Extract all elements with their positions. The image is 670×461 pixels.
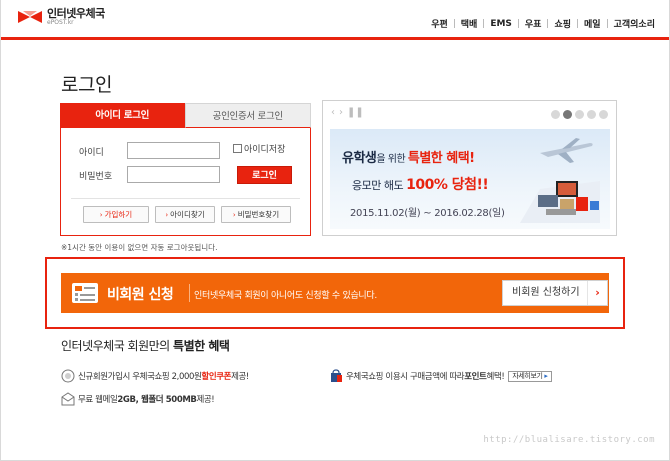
auto-logout-notice: ※1시간 동안 이용이 없으면 자동 로그아웃됩니다.	[61, 243, 218, 252]
benefits-title: 인터넷우체국 회원만의 특별한 혜택	[61, 337, 230, 354]
next-arrow-icon[interactable]: ›	[339, 107, 343, 118]
checkbox-icon[interactable]	[233, 144, 242, 153]
non-member-apply-label: 비회원 신청하기	[512, 287, 580, 298]
nav-ems[interactable]: EMS	[484, 19, 518, 29]
promo-banner: ‹ › ❚❚ 유학생을 위한 특별한 혜택! 응모만 해도 100% 당첨!! …	[322, 100, 617, 236]
benefit-point-a: 우체국쇼핑 이용시 구매금액에 따라	[346, 372, 465, 382]
logo-subtitle: ePOST.kr	[47, 19, 74, 26]
pager-dot[interactable]	[551, 110, 560, 119]
benefit-point-b: 포인트	[464, 372, 487, 382]
coupon-icon	[61, 369, 75, 383]
login-tabs: 아이디 로그인 공인인증서 로그인	[60, 103, 311, 128]
arrow-right-icon: ›	[99, 211, 103, 219]
benefits-title-b: 특별한 혜택	[173, 339, 230, 353]
benefit-point-c: 혜택!	[486, 372, 505, 382]
document-list-icon	[72, 283, 98, 303]
non-member-apply-button[interactable]: 비회원 신청하기 ›	[502, 280, 608, 306]
benefit-webmail-a: 무료 웹메일	[78, 395, 118, 405]
envelope-icon	[61, 392, 75, 406]
banner-headline-b: 을 위한	[376, 154, 408, 165]
banner-headline-a: 유학생	[342, 151, 377, 166]
id-label: 아이디	[79, 148, 104, 158]
id-input[interactable]	[127, 142, 220, 159]
find-password-button[interactable]: › 비밀번호찾기	[221, 206, 291, 223]
find-password-label: 비밀번호찾기	[237, 210, 280, 219]
benefits-title-a: 인터넷우체국 회원만의	[61, 339, 174, 353]
banner-subline-a: 응모만 해도	[352, 179, 407, 192]
banner-headline-c: 특별한 혜택!	[407, 151, 475, 166]
pager-dot[interactable]	[575, 110, 584, 119]
save-id-checkbox[interactable]: 아이디저장	[233, 142, 285, 155]
password-input[interactable]	[127, 166, 220, 183]
signup-button[interactable]: › 가입하기	[83, 206, 149, 223]
tab-certificate-login[interactable]: 공인인증서 로그인	[184, 103, 311, 128]
benefit-point: 우체국쇼핑 이용시 구매금액에 따라 포인트 혜택! 자세히보기 ▸	[329, 369, 552, 383]
logo[interactable]: 인터넷우체국 ePOST.kr	[17, 8, 105, 26]
non-member-bar: 비회원 신청 인터넷우체국 회원이 아니어도 신청할 수 있습니다. 비회원 신…	[61, 273, 609, 313]
pager-dot[interactable]	[599, 110, 608, 119]
logo-title: 인터넷우체국	[47, 7, 105, 20]
more-details-button[interactable]: 자세히보기 ▸	[508, 370, 552, 382]
non-member-section: 비회원 신청 인터넷우체국 회원이 아니어도 신청할 수 있습니다. 비회원 신…	[45, 257, 625, 329]
benefit-webmail: 무료 웹메일 2GB, 웹폴더 500MB 제공!	[61, 392, 215, 406]
non-member-description: 인터넷우체국 회원이 아니어도 신청할 수 있습니다.	[194, 291, 377, 301]
nav-shopping[interactable]: 쇼핑	[548, 17, 577, 30]
banner-headline: 유학생을 위한 특별한 혜택!	[342, 147, 475, 166]
pager-dot-active[interactable]	[563, 110, 572, 119]
find-id-button[interactable]: › 아이디찾기	[155, 206, 215, 223]
non-member-divider	[189, 284, 190, 302]
banner-controls: ‹ › ❚❚	[331, 107, 364, 118]
benefit-coupon-b: 할인쿠폰	[201, 372, 232, 382]
banner-date: 2015.11.02(월) ~ 2016.02.28(일)	[350, 208, 505, 219]
page-title: 로그인	[61, 74, 112, 96]
epost-logo-icon	[18, 11, 42, 23]
shopping-bag-icon	[331, 369, 342, 382]
non-member-title: 비회원 신청	[107, 287, 174, 303]
airplane-icon	[540, 138, 593, 163]
signup-label: 가입하기	[104, 210, 133, 219]
nav-mail[interactable]: 우편	[425, 17, 454, 30]
banner-pager	[551, 110, 608, 119]
save-id-label: 아이디저장	[244, 145, 286, 155]
nav-webmail[interactable]: 메일	[578, 17, 607, 30]
more-details-label: 자세히보기	[512, 371, 543, 380]
benefit-coupon-a: 신규회원가입시 우체국쇼핑 2,000원	[78, 372, 202, 382]
header: 인터넷우체국 ePOST.kr 우편 택배 EMS 우표 쇼핑 메일 고객의소리	[1, 0, 669, 40]
benefit-coupon-c: 제공!	[231, 372, 249, 382]
page: 인터넷우체국 ePOST.kr 우편 택배 EMS 우표 쇼핑 메일 고객의소리…	[0, 0, 670, 461]
password-label: 비밀번호	[79, 172, 113, 182]
nav-stamp[interactable]: 우표	[519, 17, 548, 30]
tab-id-login[interactable]: 아이디 로그인	[60, 103, 185, 128]
arrow-right-icon: ›	[232, 211, 236, 219]
benefit-webmail-b: 2GB, 웹폴더 500MB	[117, 395, 197, 405]
chevron-right-icon: ›	[587, 281, 607, 305]
benefit-coupon: 신규회원가입시 우체국쇼핑 2,000원 할인쿠폰 제공!	[61, 369, 249, 383]
login-form: 아이디 아이디저장 비밀번호 로그인 › 가입하기 › 아이디찾기 › 비밀번호찾기	[60, 128, 311, 236]
banner-image[interactable]: 유학생을 위한 특별한 혜택! 응모만 해도 100% 당첨!! 2015.11…	[330, 129, 610, 229]
banner-subline: 응모만 해도 100% 당첨!!	[352, 174, 489, 194]
banner-subline-b: 100% 당첨!!	[406, 177, 489, 193]
pause-icon[interactable]: ❚❚	[347, 107, 364, 118]
arrow-right-icon: ›	[165, 211, 169, 219]
watermark: http://blualisare.tistory.com	[483, 435, 655, 445]
form-divider	[71, 198, 300, 199]
nav-customer-voice[interactable]: 고객의소리	[608, 17, 661, 30]
prev-arrow-icon[interactable]: ‹	[331, 107, 335, 118]
login-box: 아이디 로그인 공인인증서 로그인 아이디 아이디저장 비밀번호 로그인 › 가입…	[60, 103, 311, 236]
pager-dot[interactable]	[587, 110, 596, 119]
global-nav: 우편 택배 EMS 우표 쇼핑 메일 고객의소리	[425, 17, 661, 31]
play-arrow-icon: ▸	[544, 371, 548, 380]
find-id-label: 아이디찾기	[170, 210, 205, 219]
login-button[interactable]: 로그인	[237, 166, 292, 184]
products-illustration	[520, 181, 600, 223]
nav-parcel[interactable]: 택배	[455, 17, 484, 30]
benefit-webmail-c: 제공!	[196, 395, 215, 405]
